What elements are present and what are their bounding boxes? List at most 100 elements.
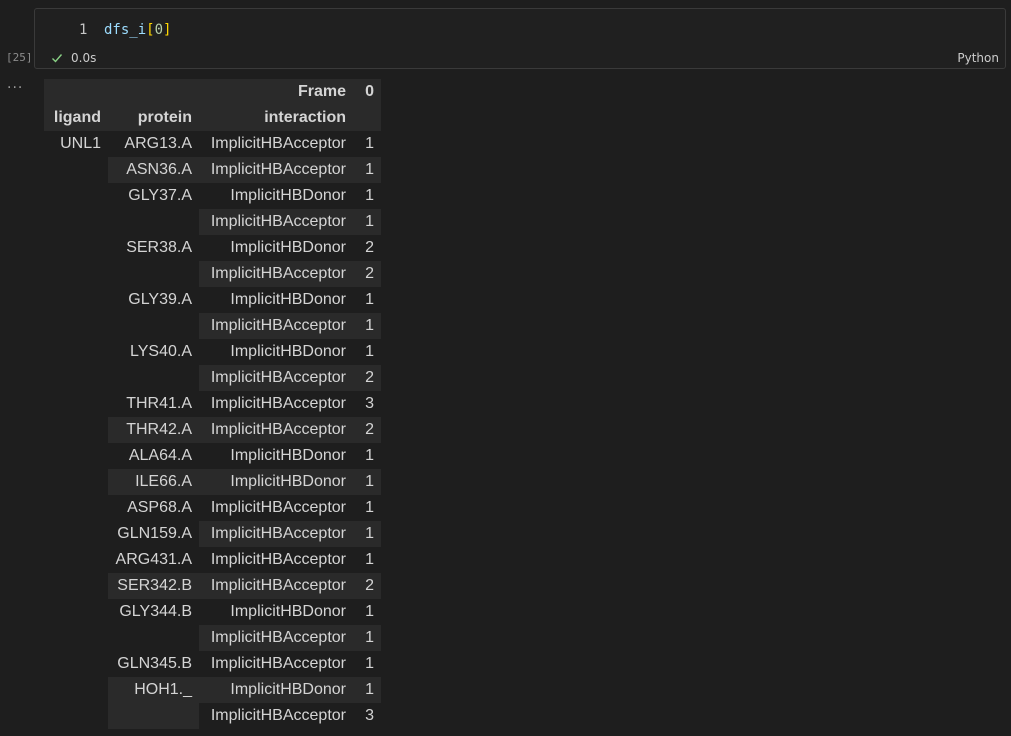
index-protein: GLY37.A (128, 187, 192, 204)
cell-value: 1 (365, 447, 374, 464)
line-number: 1 (79, 22, 88, 38)
index-protein: HOH1._ (108, 677, 199, 703)
index-interaction: ImplicitHBAcceptor (210, 395, 346, 412)
index-interaction: ImplicitHBAcceptor (210, 655, 346, 672)
cell-value: 1 (353, 625, 381, 651)
cell-value: 1 (365, 603, 374, 620)
code-index: 0 (154, 22, 164, 38)
index-protein (108, 261, 199, 287)
columns-header-row: Frame 0 (44, 79, 381, 105)
index-ligand (44, 547, 108, 573)
table-row: THR42.A ImplicitHBAcceptor 2 (44, 417, 381, 443)
index-interaction: ImplicitHBAcceptor (199, 313, 353, 339)
table-row: ASN36.A ImplicitHBAcceptor 1 (44, 157, 381, 183)
index-protein (108, 703, 199, 729)
table-row: SER38.A ImplicitHBDonor 2 (44, 235, 381, 261)
index-ligand (44, 391, 108, 417)
kernel-language[interactable]: Python (957, 51, 999, 65)
index-ligand: UNL1 (60, 135, 101, 152)
index-protein: ALA64.A (128, 447, 192, 464)
execution-count: [25] (6, 51, 33, 64)
code-variable: dfs_i (104, 22, 147, 38)
index-interaction: ImplicitHBAcceptor (199, 261, 353, 287)
cell-value: 1 (365, 187, 374, 204)
index-protein: GLN159.A (117, 525, 192, 542)
code-editor-line[interactable]: dfs_i[0] (104, 22, 171, 38)
index-ligand (44, 313, 108, 339)
cell-value: 1 (365, 135, 374, 152)
output-actions-icon[interactable]: ... (7, 76, 23, 92)
table-row: GLN345.B ImplicitHBAcceptor 1 (44, 651, 381, 677)
index-protein: GLY344.B (119, 603, 192, 620)
table-row: ImplicitHBAcceptor 1 (44, 209, 381, 235)
header-spacer (353, 105, 381, 131)
index-protein: LYS40.A (130, 343, 192, 360)
index-ligand (44, 651, 108, 677)
index-protein: GLY39.A (128, 291, 192, 308)
cell-status: 0.0s (51, 51, 96, 65)
index-interaction: ImplicitHBDonor (230, 343, 346, 360)
header-spacer (108, 79, 199, 105)
table-row: ARG431.A ImplicitHBAcceptor 1 (44, 547, 381, 573)
cell-value: 1 (365, 551, 374, 568)
cell-value: 2 (353, 573, 381, 599)
index-ligand (44, 339, 108, 365)
cell-value: 2 (353, 261, 381, 287)
table-row: ASP68.A ImplicitHBAcceptor 1 (44, 495, 381, 521)
index-interaction: ImplicitHBAcceptor (210, 551, 346, 568)
execution-time: 0.0s (71, 51, 97, 65)
index-interaction: ImplicitHBAcceptor (210, 707, 346, 724)
index-ligand (44, 495, 108, 521)
index-protein (108, 313, 199, 339)
index-interaction: ImplicitHBAcceptor (199, 625, 353, 651)
index-interaction: ImplicitHBAcceptor (210, 499, 346, 516)
table-row: GLY39.A ImplicitHBDonor 1 (44, 287, 381, 313)
index-protein: SER342.B (108, 573, 199, 599)
index-protein: THR42.A (108, 417, 199, 443)
index-interaction: ImplicitHBAcceptor (199, 157, 353, 183)
table-row: HOH1._ ImplicitHBDonor 1 (44, 677, 381, 703)
cell-value: 2 (353, 417, 381, 443)
index-interaction: ImplicitHBDonor (199, 469, 353, 495)
index-ligand (44, 235, 108, 261)
index-protein (108, 625, 199, 651)
table-row: ILE66.A ImplicitHBDonor 1 (44, 469, 381, 495)
index-interaction: ImplicitHBAcceptor (210, 135, 346, 152)
index-interaction: ImplicitHBDonor (230, 447, 346, 464)
index-ligand (44, 183, 108, 209)
index-interaction: ImplicitHBAcceptor (199, 521, 353, 547)
index-name-ligand: ligand (44, 105, 108, 131)
dataframe-output: Frame 0 ligand protein interaction UNL1 A… (44, 79, 381, 729)
index-protein: SER38.A (126, 239, 192, 256)
index-interaction: ImplicitHBAcceptor (199, 417, 353, 443)
code-cell[interactable]: 1 dfs_i[0] 0.0s Python (34, 8, 1006, 69)
index-ligand (44, 599, 108, 625)
index-interaction: ImplicitHBDonor (230, 603, 346, 620)
table-row: ImplicitHBAcceptor 2 (44, 365, 381, 391)
cell-value: 1 (365, 655, 374, 672)
index-name-interaction: interaction (199, 105, 353, 131)
index-protein: THR41.A (126, 395, 192, 412)
cell-value: 3 (365, 707, 374, 724)
index-ligand (44, 443, 108, 469)
index-ligand (44, 209, 108, 235)
table-row: UNL1 ARG13.A ImplicitHBAcceptor 1 (44, 131, 381, 157)
cell-value: 1 (353, 313, 381, 339)
check-icon (52, 54, 63, 63)
index-ligand (44, 573, 108, 599)
cell-value: 1 (365, 291, 374, 308)
cell-value: 2 (353, 365, 381, 391)
index-protein: ARG13.A (124, 135, 192, 152)
index-protein: ASN36.A (108, 157, 199, 183)
index-protein: GLN345.B (117, 655, 192, 672)
columns-name: Frame (199, 79, 353, 105)
index-ligand (44, 703, 108, 729)
cell-value: 3 (365, 395, 374, 412)
index-ligand (44, 287, 108, 313)
column-label: 0 (353, 79, 381, 105)
table-row: ImplicitHBAcceptor 3 (44, 703, 381, 729)
table-row: GLY37.A ImplicitHBDonor 1 (44, 183, 381, 209)
code-open-bracket: [ (146, 22, 155, 38)
table-row: GLY344.B ImplicitHBDonor 1 (44, 599, 381, 625)
code-close-bracket: ] (163, 22, 172, 38)
